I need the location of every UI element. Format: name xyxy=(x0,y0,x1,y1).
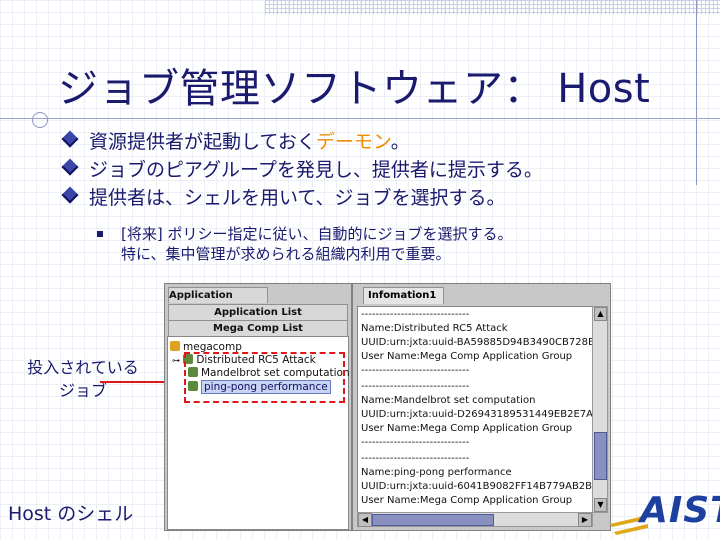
info-line: User Name:Mega Comp Application Group xyxy=(361,423,573,434)
callout-line1: 投入されている xyxy=(27,358,139,377)
sub-bullet-line2: 特に、集中管理が求められる組織内利用で重要。 xyxy=(121,245,451,263)
tab-mega-comp-list[interactable]: Mega Comp List xyxy=(168,320,348,336)
info-line: Name:Mandelbrot set computation xyxy=(361,395,536,406)
logo-text: AIST xyxy=(640,490,720,531)
horizontal-scrollbar[interactable]: ◀ ▶ xyxy=(357,512,593,527)
info-line: ------------------------------ xyxy=(361,381,470,392)
info-line: UUID:urn:jxta:uuid-D26943189531449EB2E7A xyxy=(361,409,593,420)
scrollbar-thumb[interactable] xyxy=(594,432,607,480)
information-panel: Infomation1 ----------------------------… xyxy=(352,283,611,531)
group-icon xyxy=(170,341,180,351)
highlight-box xyxy=(184,352,345,403)
bullet-item: 提供者は、シェルを用いて、ジョブを選択する。 xyxy=(61,183,543,211)
bullet-text: ジョブのピアグループを発見し、提供者に提示する。 xyxy=(89,159,543,181)
bullet-diamond-icon xyxy=(61,186,79,204)
bullet-diamond-icon xyxy=(61,130,79,148)
scroll-up-icon[interactable]: ▲ xyxy=(594,307,607,321)
info-line: ------------------------------ xyxy=(361,365,470,376)
info-line: UUID:urn:jxta:uuid-BA59885D94B3490CB728B xyxy=(361,337,593,348)
shell-caption: Host のシェル xyxy=(8,503,134,525)
sub-bullet-line1: [将来] ポリシー指定に従い、自動的にジョブを選択する。 xyxy=(121,225,513,243)
bullet-text: 提供者は、シェルを用いて、ジョブを選択する。 xyxy=(89,187,506,209)
slide-title: ジョブ管理ソフトウェア： Host xyxy=(58,66,651,112)
decoration-horizontal-line xyxy=(0,118,720,119)
sub-bullet-square-icon xyxy=(97,231,103,237)
info-text-area[interactable]: ------------------------------ Name:Dist… xyxy=(357,306,593,513)
application-panel: Application Space Application List Mega … xyxy=(164,283,352,531)
tab-application-list[interactable]: Application List xyxy=(168,304,348,320)
decoration-circle xyxy=(32,112,48,128)
bullet-highlight: デーモン xyxy=(315,131,391,153)
info-line: ------------------------------ xyxy=(361,309,470,320)
scroll-left-icon[interactable]: ◀ xyxy=(358,513,372,527)
info-line: User Name:Mega Comp Application Group xyxy=(361,495,573,506)
bullet-list: 資源提供者が起動しておくデーモン。 ジョブのピアグループを発見し、提供者に提示す… xyxy=(61,127,543,211)
sub-bullet: [将来] ポリシー指定に従い、自動的にジョブを選択する。 特に、集中管理が求めら… xyxy=(97,224,512,264)
bullet-diamond-icon xyxy=(61,158,79,176)
callout-label: 投入されている ジョブ xyxy=(18,356,148,402)
tab-application-space[interactable]: Application Space xyxy=(168,287,268,316)
vertical-scrollbar[interactable]: ▲ ▼ xyxy=(592,306,608,513)
bullet-text-end: 。 xyxy=(390,131,410,153)
info-line: Name:Distributed RC5 Attack xyxy=(361,323,508,334)
scroll-right-icon[interactable]: ▶ xyxy=(578,513,592,527)
info-line: Name:ping-pong performance xyxy=(361,467,512,478)
info-line: User Name:Mega Comp Application Group xyxy=(361,351,573,362)
scroll-down-icon[interactable]: ▼ xyxy=(594,498,607,512)
info-line: UUID:urn:jxta:uuid-6041B9082FF14B779AB2B xyxy=(361,481,593,492)
info-line: ------------------------------ xyxy=(361,453,470,464)
expand-icon: ⊶ xyxy=(172,356,180,365)
bullet-text: 資源提供者が起動しておく xyxy=(89,131,316,153)
bullet-item: ジョブのピアグループを発見し、提供者に提示する。 xyxy=(61,155,543,183)
bullet-item: 資源提供者が起動しておくデーモン。 xyxy=(61,127,543,155)
tab-information1[interactable]: Infomation1 xyxy=(363,287,444,304)
scrollbar-thumb[interactable] xyxy=(372,514,494,526)
top-decoration-band xyxy=(265,0,720,14)
info-line: ------------------------------ xyxy=(361,437,470,448)
decoration-vertical-line xyxy=(696,0,697,185)
